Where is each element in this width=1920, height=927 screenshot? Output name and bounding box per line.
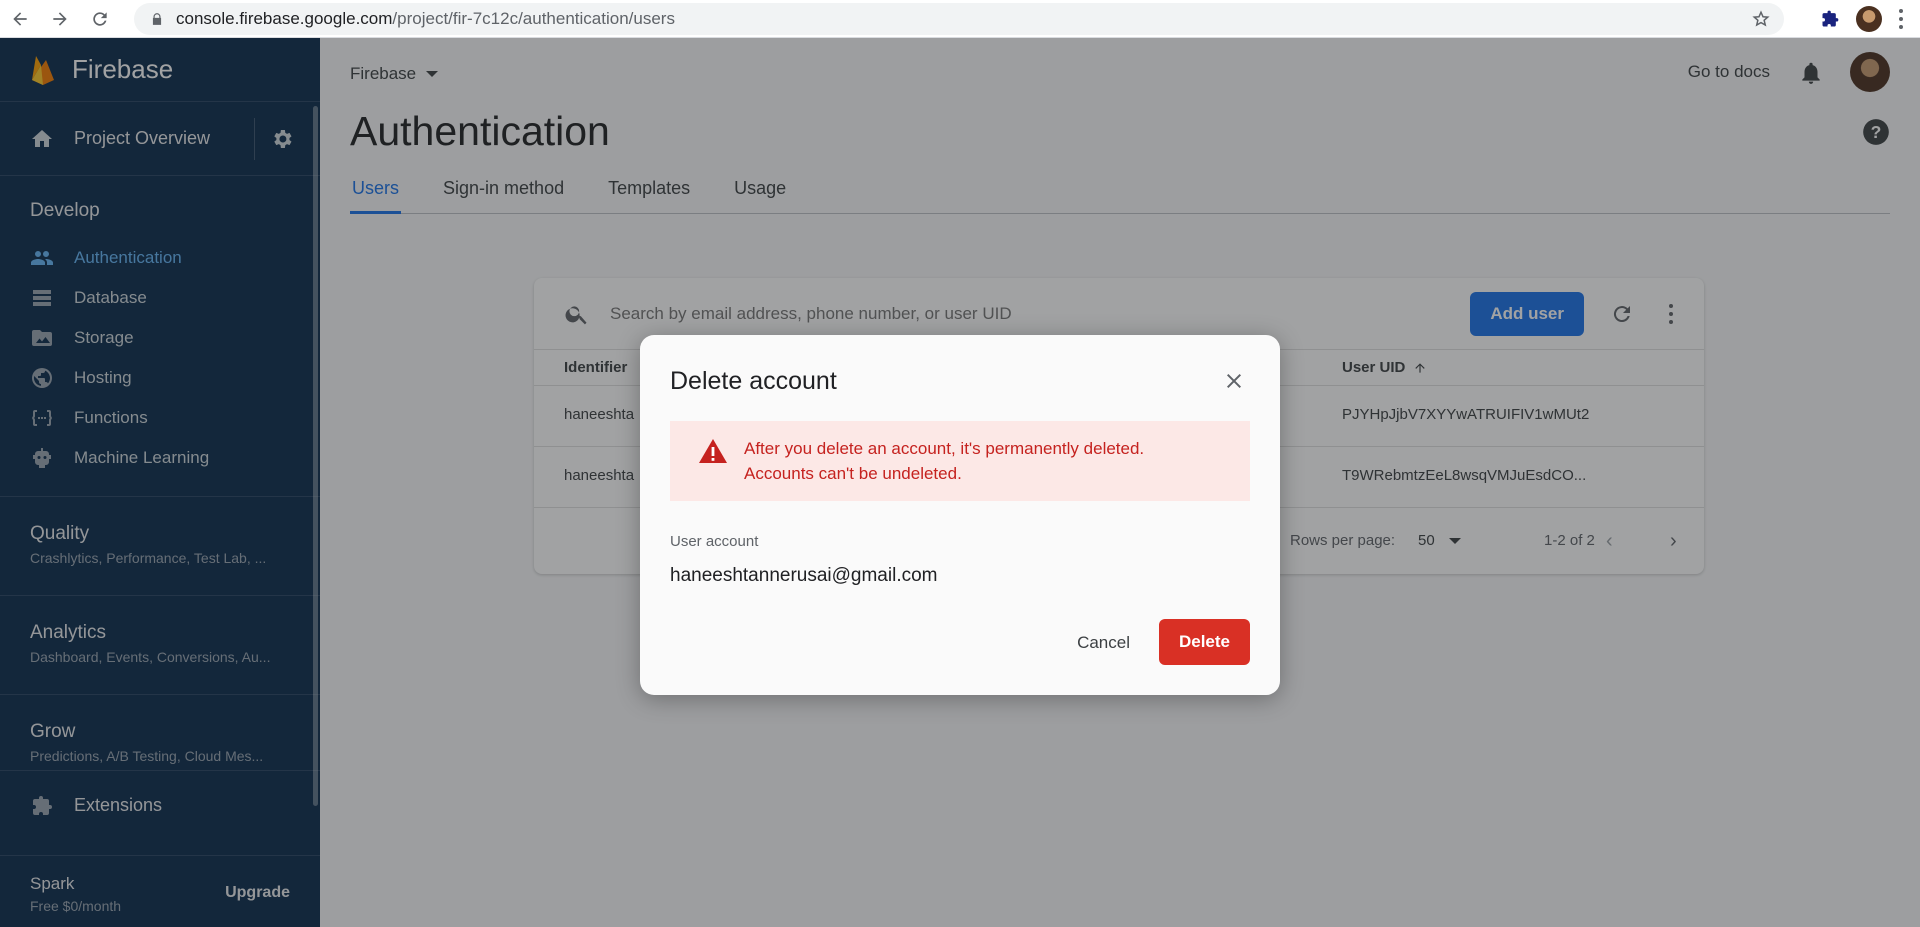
warning-icon <box>699 439 727 463</box>
address-bar[interactable]: console.firebase.google.com/project/fir-… <box>134 3 1784 35</box>
dialog-title: Delete account <box>670 367 837 395</box>
warning-banner: After you delete an account, it's perman… <box>670 421 1250 501</box>
delete-account-dialog: Delete account After you delete an accou… <box>640 335 1280 695</box>
warning-text: After you delete an account, it's perman… <box>744 436 1144 486</box>
lock-icon <box>152 13 162 25</box>
close-icon[interactable] <box>1222 369 1246 393</box>
browser-toolbar: console.firebase.google.com/project/fir-… <box>0 0 1920 38</box>
bookmark-star-icon[interactable] <box>1752 10 1770 28</box>
browser-menu-icon[interactable] <box>1898 9 1904 29</box>
warning-line-1: After you delete an account, it's perman… <box>744 439 1145 458</box>
cancel-button[interactable]: Cancel <box>1077 633 1130 653</box>
back-icon[interactable] <box>0 0 40 38</box>
delete-button[interactable]: Delete <box>1158 619 1250 665</box>
url-text: console.firebase.google.com/project/fir-… <box>176 9 675 28</box>
user-account-email: haneeshtannerusai@gmail.com <box>670 565 938 586</box>
forward-icon[interactable] <box>40 0 80 38</box>
reload-icon[interactable] <box>80 0 120 38</box>
user-account-label: User account <box>670 533 759 550</box>
browser-profile-avatar[interactable] <box>1856 6 1882 32</box>
extensions-puzzle-icon[interactable] <box>1820 9 1840 29</box>
warning-line-2: Accounts can't be undeleted. <box>744 464 962 483</box>
